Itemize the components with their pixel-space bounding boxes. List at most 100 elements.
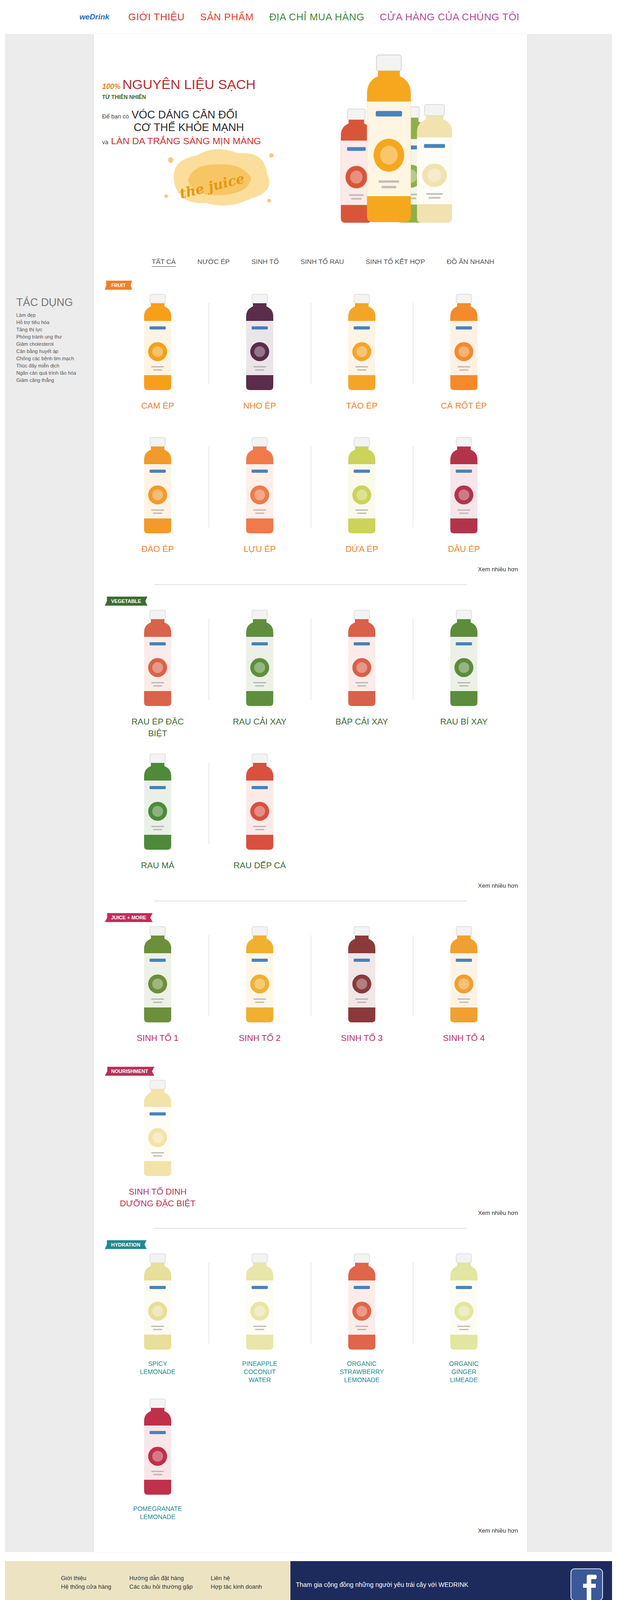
product-card[interactable]: RAU BÍ XAY (412, 609, 515, 739)
hero-bottle (414, 103, 455, 224)
sidebar-item[interactable]: Giảm cholesterol (16, 340, 90, 348)
footer-column: Giới thiệuHệ thống cửa hàng (60, 1573, 112, 1599)
hero-banner: 100%NGUYÊN LIỆU SẠCHTỪ THIÊN NHIÊN Để bạn… (93, 33, 528, 247)
product-card[interactable]: RAU CẢI XAY (208, 609, 311, 739)
sidebar-item[interactable]: Phòng tránh ung thư (16, 332, 90, 341)
sidebar-item[interactable]: Chống các bệnh tim mạch (16, 354, 90, 362)
see-more-link[interactable]: Xem nhiều hơn (93, 1208, 528, 1216)
product-name[interactable]: TÁO ÉP (345, 399, 378, 412)
filter-tab[interactable]: TẤT CẢ (151, 257, 176, 267)
footer-link[interactable]: Giới thiệu (60, 1573, 112, 1581)
product-card[interactable]: LỰU ÉP (208, 436, 311, 566)
product-name[interactable]: ORGANIC STRAWBERRY LEMONADE (334, 1358, 389, 1384)
product-name[interactable]: RAU MÁ (140, 859, 175, 871)
hero-bottle (364, 54, 414, 224)
product-name[interactable]: POMEGRANATE LEMONADE (130, 1503, 185, 1520)
product-section: HYDRATIONSPICY LEMONADEPINEAPPLE COCONUT… (93, 1227, 528, 1534)
product-card[interactable]: ORGANIC STRAWBERRY LEMONADE (310, 1252, 413, 1384)
product-name[interactable]: RAU ÉP ĐẶC BIỆT (123, 715, 192, 739)
right-gutter (527, 33, 613, 1552)
product-card[interactable]: RAU ÉP ĐẶC BIỆT (106, 609, 209, 739)
footer-link[interactable]: Các câu hỏi thường gặp (129, 1582, 193, 1590)
hero-percent: 100% (102, 82, 121, 91)
sidebar-item[interactable]: Làm đẹp (16, 311, 90, 319)
product-card[interactable]: SINH TỐ 3 (310, 925, 413, 1055)
product-card[interactable]: SPICY LEMONADE (106, 1252, 209, 1384)
logo[interactable]: weDrink (79, 12, 110, 22)
product-card[interactable]: NHO ÉP (208, 293, 311, 423)
sidebar-item[interactable]: Giảm căng thẳng (16, 376, 90, 384)
sidebar-item[interactable]: Cân bằng huyết áp (16, 347, 90, 355)
product-name[interactable]: RAU DẾP CÁ (233, 859, 286, 871)
footer-link[interactable]: Liên hệ (210, 1573, 262, 1581)
footer-link[interactable]: Hệ thống cửa hàng (60, 1582, 112, 1590)
product-card[interactable]: DỨA ÉP (310, 436, 413, 566)
product-name[interactable]: ORGANIC GINGER LIMEADE (436, 1358, 491, 1384)
footer-link[interactable]: Hợp tác kinh doanh (210, 1582, 262, 1590)
product-name[interactable]: RAU BÍ XAY (439, 715, 488, 728)
product-card[interactable]: ĐÀO ÉP (106, 436, 209, 566)
bottle-icon (346, 925, 378, 1023)
product-card[interactable]: RAU MÁ (106, 752, 209, 882)
product-name[interactable]: PINEAPPLE COCONUT WATER (232, 1358, 287, 1384)
product-card[interactable]: CAM ÉP (106, 293, 209, 423)
product-card[interactable]: PINEAPPLE COCONUT WATER (208, 1252, 311, 1384)
filter-tab[interactable]: NƯỚC ÉP (197, 257, 230, 267)
page-wrap: TÁC DỤNGLàm đẹpHỗ trợ tiêu hóaTăng thị l… (4, 33, 613, 1552)
bottle-icon (142, 293, 173, 391)
product-name[interactable]: NHO ÉP (243, 399, 277, 412)
product-name[interactable]: ĐÀO ÉP (141, 542, 174, 555)
product-card[interactable]: SINH TỐ 2 (208, 925, 311, 1055)
nav-item[interactable]: CỬA HÀNG CỦA CHÚNG TÔI (379, 11, 520, 24)
hero-and: và (102, 138, 109, 146)
product-card[interactable]: SINH TỐ DINH DƯỠNG ĐẶC BIỆT (106, 1079, 209, 1209)
product-name[interactable]: CAM ÉP (141, 399, 175, 412)
see-more-link[interactable]: Xem nhiều hơn (93, 1526, 528, 1534)
product-name[interactable]: SINH TỐ 4 (443, 1031, 486, 1044)
product-name[interactable]: RAU CẢI XAY (233, 715, 287, 728)
product-card[interactable]: SINH TỐ 1 (106, 925, 209, 1055)
bottle-icon (346, 293, 378, 391)
bottle-icon (346, 609, 378, 707)
nav-item[interactable]: GIỚI THIỆU (128, 11, 185, 24)
filter-tab[interactable]: ĐỒ ĂN NHANH (446, 257, 495, 267)
filter-tab[interactable]: SINH TỐ KẾT HỢP (365, 257, 426, 267)
nav-item[interactable]: SẢN PHẨM (200, 11, 254, 24)
product-name[interactable]: SINH TỐ DINH DƯỠNG ĐẶC BIỆT (114, 1185, 201, 1209)
product-card[interactable]: ORGANIC GINGER LIMEADE (412, 1252, 515, 1384)
product-card[interactable]: POMEGRANATE LEMONADE (106, 1397, 209, 1527)
footer: Giới thiệuHệ thống cửa hàng Hướng dẫn đặt… (4, 1560, 613, 1599)
footer-link[interactable]: Hướng dẫn đặt hàng (129, 1573, 193, 1581)
product-card[interactable]: SINH TỐ 4 (412, 925, 515, 1055)
product-name[interactable]: BẮP CẢI XAY (335, 715, 389, 728)
facebook-icon[interactable] (570, 1567, 603, 1599)
product-name[interactable]: CÀ RỐT ÉP (440, 399, 487, 412)
product-name[interactable]: DỨA ÉP (345, 542, 379, 555)
product-name[interactable]: DÂU ÉP (448, 542, 481, 555)
product-name[interactable]: SPICY LEMONADE (130, 1358, 185, 1375)
product-card[interactable]: RAU DẾP CÁ (208, 752, 311, 882)
product-name[interactable]: SINH TỐ 2 (238, 1031, 281, 1044)
product-card[interactable]: BẮP CẢI XAY (310, 609, 413, 739)
product-name[interactable]: SINH TỐ 3 (341, 1031, 384, 1044)
product-name[interactable]: SINH TỐ 1 (136, 1031, 179, 1044)
nav-item[interactable]: ĐỊA CHỈ MUA HÀNG (269, 11, 365, 24)
filter-tab[interactable]: SINH TỐ (251, 257, 280, 267)
bottle-icon (244, 1252, 276, 1350)
bottle-icon (142, 752, 173, 851)
see-more-link[interactable]: Xem nhiều hơn (93, 565, 528, 573)
see-more-link[interactable]: Xem nhiều hơn (93, 881, 528, 889)
sidebar-item[interactable]: Ngăn cản quá trình lão hóa (16, 369, 90, 377)
sidebar-item[interactable]: Hỗ trợ tiêu hóa (16, 318, 90, 326)
product-card[interactable]: TÁO ÉP (310, 293, 413, 423)
filter-tab[interactable]: SINH TỐ RAU (300, 257, 344, 267)
hero-benefit-line: Để bạn cóVÓC DÁNG CÂN ĐỐI (102, 108, 293, 122)
product-name[interactable]: LỰU ÉP (243, 542, 276, 555)
sidebar-item[interactable]: Tăng thị lực (16, 325, 90, 333)
sidebar-item[interactable]: Thúc đẩy miễn dịch (16, 361, 90, 370)
product-grid: RAU ÉP ĐẶC BIỆT RAU CẢI XAY BẮP CẢI XAY RAU… (106, 609, 528, 882)
product-card[interactable]: CÀ RỐT ÉP (412, 293, 515, 423)
product-card[interactable]: DÂU ÉP (412, 436, 515, 566)
hero-headline: 100%NGUYÊN LIỆU SẠCH (102, 76, 293, 93)
hero-subhead: TỪ THIÊN NHIÊN (102, 93, 293, 101)
